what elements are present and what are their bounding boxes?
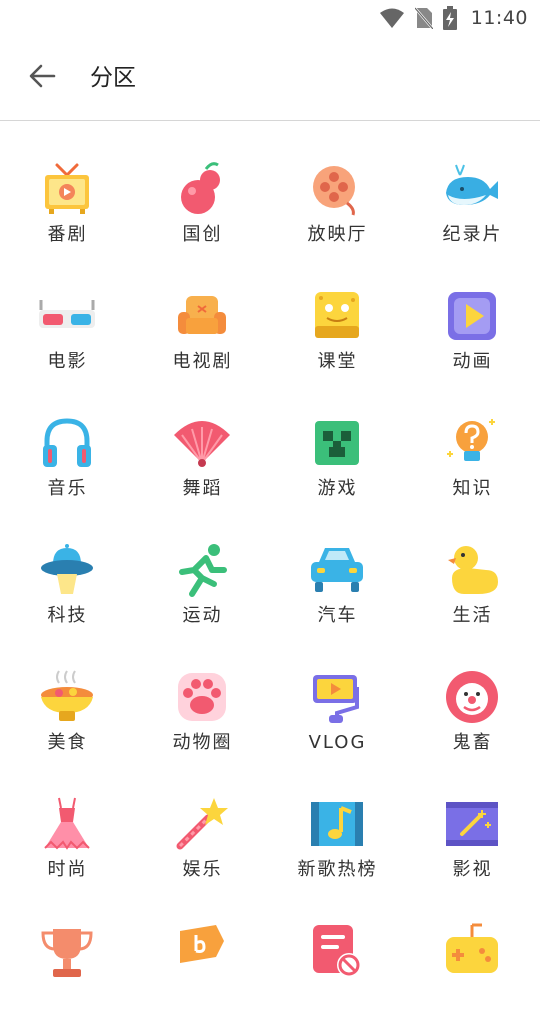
category-label: 音乐 (47, 478, 88, 499)
category-label: 动画 (452, 351, 493, 372)
category-label: 知识 (452, 478, 493, 499)
category-label: 汽车 (317, 605, 358, 626)
category-label: 国创 (182, 224, 223, 245)
creeper-icon (307, 413, 367, 473)
camera-icon (307, 667, 367, 727)
hotpot-icon (37, 667, 97, 727)
category-item[interactable] (270, 883, 405, 1010)
category-item[interactable]: 科技 (0, 502, 135, 629)
wifi-icon (379, 7, 405, 29)
category-item[interactable]: 时尚 (0, 756, 135, 883)
trophy-icon (37, 921, 97, 981)
category-label: 运动 (182, 605, 223, 626)
category-item[interactable]: 动物圈 (135, 629, 270, 756)
clown-icon (442, 667, 502, 727)
category-item[interactable]: 新歌热榜 (270, 756, 405, 883)
category-item[interactable]: 放映厅 (270, 121, 405, 248)
category-item[interactable]: 娱乐 (135, 756, 270, 883)
status-icons: 11:40 (379, 5, 528, 31)
play-square-icon (442, 286, 502, 346)
category-label: 时尚 (47, 859, 88, 880)
fan-icon (172, 413, 232, 473)
category-item[interactable]: 美食 (0, 629, 135, 756)
category-label: 游戏 (317, 478, 358, 499)
category-label: 影视 (452, 859, 493, 880)
gamepad-icon (442, 921, 502, 981)
category-item[interactable]: 国创 (135, 121, 270, 248)
category-item[interactable]: 汽车 (270, 502, 405, 629)
category-label: 新歌热榜 (297, 859, 378, 880)
category-label: 番剧 (47, 224, 88, 245)
sofa-icon (172, 286, 232, 346)
paw-icon (172, 667, 232, 727)
category-item[interactable]: 运动 (135, 502, 270, 629)
category-item[interactable]: 番剧 (0, 121, 135, 248)
category-item[interactable]: 影视 (405, 756, 540, 883)
category-item[interactable]: 生活 (405, 502, 540, 629)
category-label: 美食 (47, 732, 88, 753)
category-item[interactable]: 电视剧 (135, 248, 270, 375)
category-item[interactable] (0, 883, 135, 1010)
category-item[interactable]: 音乐 (0, 375, 135, 502)
category-label: 电视剧 (172, 351, 233, 372)
whale-icon (442, 159, 502, 219)
category-label: 舞蹈 (182, 478, 223, 499)
category-item[interactable] (405, 883, 540, 1010)
category-label: 课堂 (317, 351, 358, 372)
category-label: VLOG (308, 732, 367, 753)
back-button[interactable] (24, 60, 60, 96)
status-clock: 11:40 (470, 7, 528, 29)
category-label: 动物圈 (172, 732, 233, 753)
category-label: 科技 (47, 605, 88, 626)
app-bar: 分区 (0, 36, 540, 121)
music-note-icon (307, 794, 367, 854)
category-label: 电影 (47, 351, 88, 372)
film-reel-icon (307, 159, 367, 219)
dress-icon (37, 794, 97, 854)
category-label: 纪录片 (442, 224, 503, 245)
category-item[interactable]: VLOG (270, 629, 405, 756)
category-item[interactable]: 电影 (0, 248, 135, 375)
category-item[interactable]: 纪录片 (405, 121, 540, 248)
runner-icon (172, 540, 232, 600)
category-item[interactable]: 动画 (405, 248, 540, 375)
category-item[interactable]: 课堂 (270, 248, 405, 375)
category-item[interactable] (135, 883, 270, 1010)
headphones-icon (37, 413, 97, 473)
tv-icon (37, 159, 97, 219)
back-arrow-icon (28, 62, 56, 94)
category-label: 放映厅 (307, 224, 368, 245)
category-item[interactable]: 鬼畜 (405, 629, 540, 756)
lightbulb-icon (442, 413, 502, 473)
gourd-icon (172, 159, 232, 219)
duck-icon (442, 540, 502, 600)
status-bar: 11:40 (0, 0, 540, 36)
3d-glasses-icon (37, 286, 97, 346)
no-sim-icon (414, 7, 433, 29)
film-strip-icon (442, 794, 502, 854)
category-label: 鬼畜 (452, 732, 493, 753)
sponge-icon (307, 286, 367, 346)
category-label: 娱乐 (182, 859, 223, 880)
category-item[interactable]: 知识 (405, 375, 540, 502)
page-title: 分区 (90, 65, 136, 91)
battery-charging-icon (442, 6, 457, 30)
magic-wand-icon (172, 794, 232, 854)
ufo-icon (37, 540, 97, 600)
car-icon (307, 540, 367, 600)
category-item[interactable]: 舞蹈 (135, 375, 270, 502)
flag-icon (172, 921, 232, 981)
no-sign-icon (307, 921, 367, 981)
category-item[interactable]: 游戏 (270, 375, 405, 502)
category-label: 生活 (452, 605, 493, 626)
